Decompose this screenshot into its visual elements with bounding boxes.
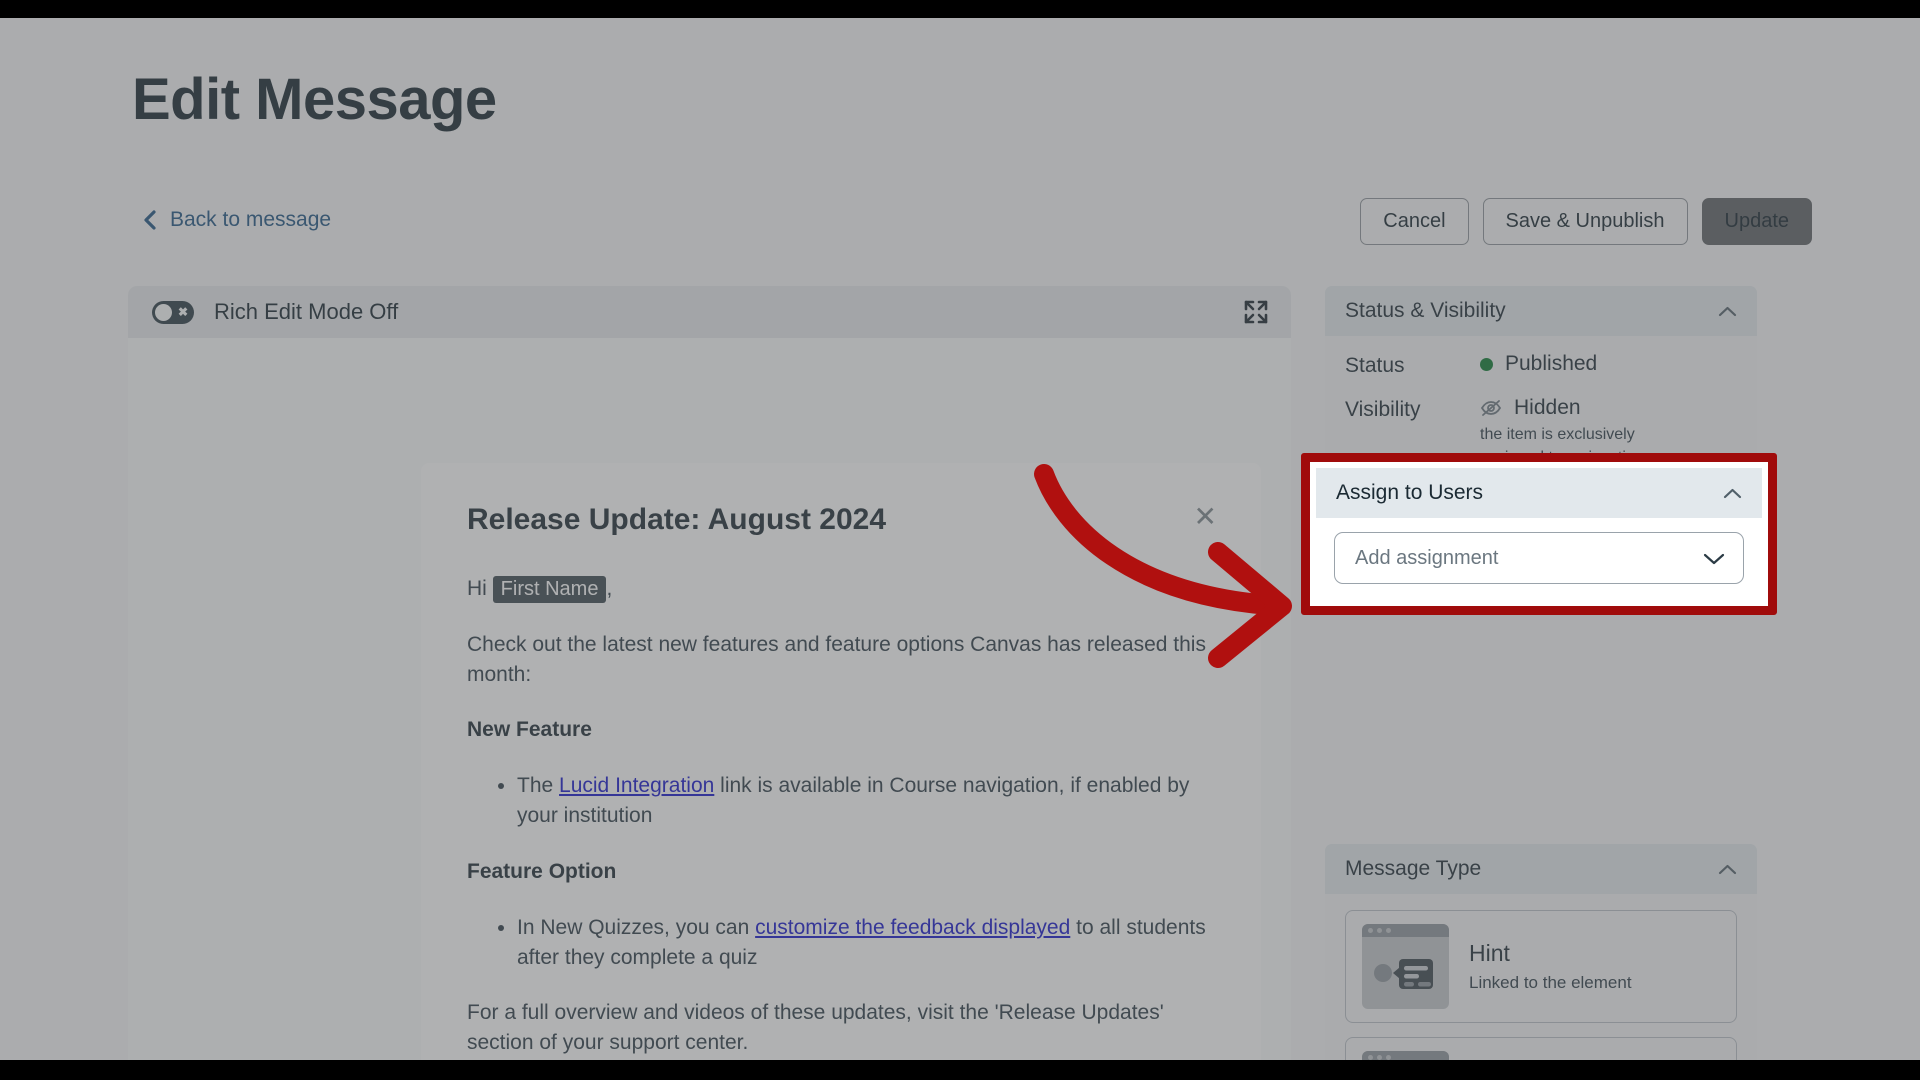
- update-button[interactable]: Update: [1701, 198, 1812, 245]
- assign-to-users-header[interactable]: Assign to Users: [1316, 468, 1762, 518]
- message-preview-card: Release Update: August 2024 ✕ Hi First N…: [421, 463, 1261, 1060]
- hint-option-desc: Linked to the element: [1469, 973, 1632, 993]
- editor-toolbar: ✖ Rich Edit Mode Off: [128, 286, 1291, 338]
- status-row: Status Published: [1345, 352, 1737, 378]
- letterbox-bottom: [0, 1060, 1920, 1080]
- assign-to-users-body: Add assignment: [1316, 518, 1762, 600]
- status-dot-icon: [1480, 357, 1493, 371]
- hint-option-label: Hint: [1469, 939, 1510, 966]
- add-assignment-placeholder: Add assignment: [1355, 546, 1499, 569]
- settings-sidebar: Status & Visibility Status Published Vis…: [1301, 286, 1777, 1060]
- hint-thumbnail-icon: [1362, 924, 1449, 1010]
- message-title: Release Update: August 2024: [467, 503, 887, 536]
- back-to-message-label: Back to message: [170, 208, 332, 231]
- message-type-header[interactable]: Message Type: [1325, 844, 1757, 895]
- status-badge: Published: [1505, 352, 1598, 375]
- greeting-suffix: ,: [606, 577, 613, 600]
- add-assignment-select[interactable]: Add assignment: [1334, 532, 1744, 584]
- editor-canvas: Release Update: August 2024 ✕ Hi First N…: [128, 338, 1291, 1060]
- back-to-message-link[interactable]: Back to message: [143, 208, 331, 232]
- toggle-knob: [155, 303, 172, 321]
- hint-option-text: Hint Linked to the element: [1469, 940, 1632, 994]
- action-bar: Cancel Save & Unpublish Update: [1360, 198, 1812, 245]
- message-type-option-hint[interactable]: Hint Linked to the element: [1345, 910, 1737, 1024]
- message-type-body: Hint Linked to the element: [1325, 894, 1757, 1060]
- editor-panel: ✖ Rich Edit Mode Off Release Update: Aug…: [128, 286, 1291, 1060]
- customize-feedback-link[interactable]: customize the feedback displayed: [755, 916, 1070, 939]
- bullet-2-before: In New Quizzes, you can: [517, 915, 756, 939]
- status-value-wrap: Published: [1480, 352, 1597, 376]
- status-visibility-header[interactable]: Status & Visibility: [1325, 286, 1757, 336]
- chevron-down-icon[interactable]: [1703, 552, 1725, 565]
- new-feature-heading: New Feature: [467, 718, 592, 742]
- close-icon[interactable]: ✕: [1194, 503, 1217, 531]
- message-type-option-popup[interactable]: Pop-up Modal overlay: [1345, 1037, 1737, 1060]
- rich-edit-mode-label: Rich Edit Mode Off: [214, 299, 399, 324]
- rich-edit-mode-toggle[interactable]: ✖: [152, 300, 194, 324]
- expand-fullscreen-icon[interactable]: [1243, 299, 1269, 325]
- merge-token-first-name: First Name: [492, 576, 607, 603]
- assign-to-users-heading: Assign to Users: [1336, 481, 1484, 504]
- status-label: Status: [1345, 354, 1405, 377]
- toggle-off-x-icon: ✖: [177, 305, 188, 319]
- visibility-label: Visibility: [1345, 398, 1421, 421]
- letterbox-top: [0, 0, 1920, 18]
- chevron-up-icon[interactable]: [1718, 863, 1737, 875]
- status-visibility-heading: Status & Visibility: [1345, 299, 1506, 322]
- popup-thumbnail-icon: [1362, 1051, 1449, 1060]
- eye-off-icon: [1480, 399, 1502, 417]
- list-item: The Lucid Integration link is available …: [517, 771, 1217, 831]
- visibility-badge: Hidden: [1514, 396, 1581, 419]
- assign-to-users-highlight: Assign to Users Add assignment: [1301, 453, 1777, 615]
- message-type-section: Message Type Hint Linked to the element: [1325, 844, 1757, 1060]
- feature-option-heading: Feature Option: [467, 859, 617, 883]
- bullet-1-before: The: [517, 774, 560, 798]
- chevron-left-icon: [143, 210, 156, 230]
- intro-paragraph: Check out the latest new features and fe…: [467, 632, 1206, 686]
- greeting-paragraph: Hi First Name,: [467, 574, 1217, 604]
- greeting-prefix: Hi: [467, 577, 493, 600]
- new-feature-list: The Lucid Integration link is available …: [467, 771, 1217, 831]
- message-type-heading: Message Type: [1345, 857, 1482, 881]
- lucid-integration-link[interactable]: Lucid Integration: [559, 774, 714, 797]
- chevron-up-icon[interactable]: [1723, 487, 1742, 499]
- screen-root: Edit Message Back to message Cancel Save…: [0, 0, 1920, 1080]
- feature-option-list: In New Quizzes, you can customize the fe…: [467, 913, 1217, 973]
- message-card-header: Release Update: August 2024 ✕: [467, 503, 1217, 537]
- save-unpublish-button[interactable]: Save & Unpublish: [1482, 198, 1688, 245]
- message-body: Hi First Name, Check out the latest new …: [467, 574, 1217, 1058]
- list-item: In New Quizzes, you can customize the fe…: [517, 913, 1217, 973]
- app-page: Edit Message Back to message Cancel Save…: [0, 18, 1920, 1060]
- cancel-button[interactable]: Cancel: [1360, 198, 1469, 245]
- page-title: Edit Message: [132, 67, 497, 132]
- chevron-up-icon[interactable]: [1718, 305, 1737, 317]
- outro-paragraph: For a full overview and videos of these …: [467, 1001, 1164, 1055]
